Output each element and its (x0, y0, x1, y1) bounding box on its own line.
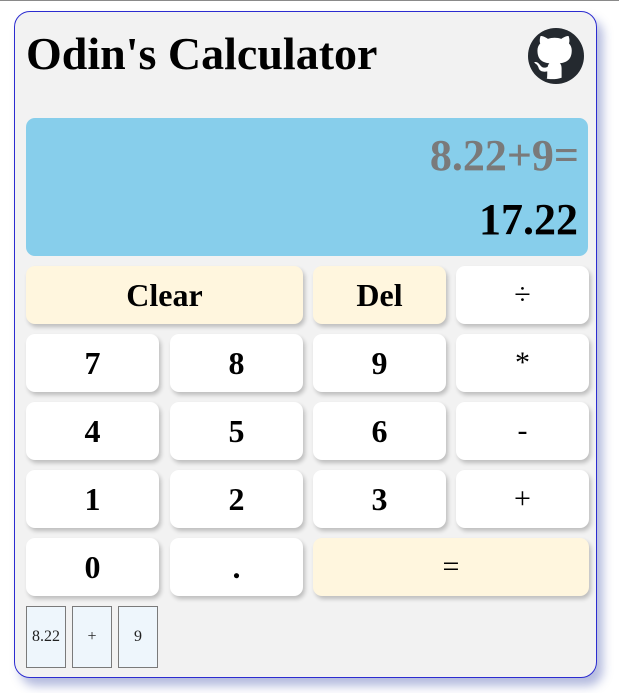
digit-8-button[interactable]: 8 (170, 334, 303, 392)
github-link[interactable] (528, 28, 584, 84)
clear-button[interactable]: Clear (26, 266, 303, 324)
decimal-button[interactable]: . (170, 538, 303, 596)
page-title: Odin's Calculator (26, 28, 378, 79)
top-divider (0, 0, 619, 1)
calculator-panel: Odin's Calculator 8.22+9= 17.22 Clear De… (14, 11, 597, 678)
subtract-button[interactable]: - (456, 402, 589, 460)
github-icon (528, 28, 584, 84)
keypad: Clear Del ÷ 7 8 9 * 4 5 6 - 1 2 3 + 0 . … (26, 266, 590, 598)
divide-button[interactable]: ÷ (456, 266, 589, 324)
digit-4-button[interactable]: 4 (26, 402, 159, 460)
history-token: 9 (118, 606, 158, 668)
digit-3-button[interactable]: 3 (313, 470, 446, 528)
delete-button[interactable]: Del (313, 266, 446, 324)
history-token: + (72, 606, 112, 668)
result-readout: 17.22 (479, 195, 578, 244)
digit-9-button[interactable]: 9 (313, 334, 446, 392)
header: Odin's Calculator (26, 26, 586, 96)
digit-2-button[interactable]: 2 (170, 470, 303, 528)
calculator-display: 8.22+9= 17.22 (26, 118, 588, 256)
digit-7-button[interactable]: 7 (26, 334, 159, 392)
multiply-button[interactable]: * (456, 334, 589, 392)
history-token: 8.22 (26, 606, 66, 668)
digit-1-button[interactable]: 1 (26, 470, 159, 528)
digit-6-button[interactable]: 6 (313, 402, 446, 460)
add-button[interactable]: + (456, 470, 589, 528)
digit-0-button[interactable]: 0 (26, 538, 159, 596)
digit-5-button[interactable]: 5 (170, 402, 303, 460)
equals-button[interactable]: = (313, 538, 589, 596)
expression-readout: 8.22+9= (429, 131, 579, 180)
